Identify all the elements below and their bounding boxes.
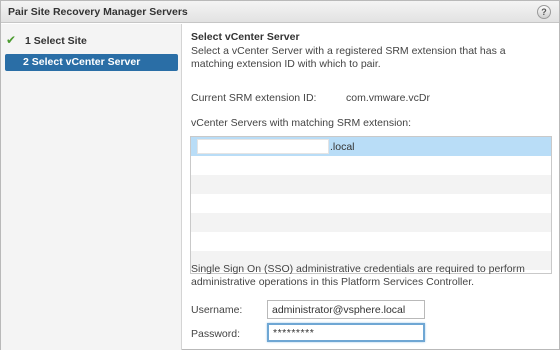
step-label: 2 Select vCenter Server — [23, 56, 141, 68]
list-item — [191, 156, 551, 175]
list-item — [191, 175, 551, 194]
dialog-titlebar: Pair Site Recovery Manager Servers ? — [1, 1, 559, 23]
redacted-server-name — [197, 139, 329, 154]
step-select-vcenter-server[interactable]: 2 Select vCenter Server — [5, 54, 178, 71]
wizard-content: Select vCenter Server Select a vCenter S… — [183, 24, 559, 350]
list-item — [191, 232, 551, 251]
username-input[interactable] — [267, 300, 425, 319]
password-input[interactable] — [267, 323, 425, 342]
step-label: 1 Select Site — [25, 35, 87, 47]
check-icon: ✔ — [6, 33, 17, 47]
section-description: Select a vCenter Server with a registere… — [191, 45, 506, 70]
sso-description: Single Sign On (SSO) administrative cred… — [191, 263, 525, 288]
list-item[interactable]: .local — [191, 137, 551, 156]
extension-id-label: Current SRM extension ID: — [191, 92, 317, 104]
step-select-site[interactable]: ✔ 1 Select Site — [5, 33, 178, 50]
list-item — [191, 194, 551, 213]
list-item — [191, 213, 551, 232]
pair-srm-dialog: Pair Site Recovery Manager Servers ? ✔ 1… — [0, 0, 560, 350]
wizard-steps-sidebar: ✔ 1 Select Site 2 Select vCenter Server — [1, 24, 182, 350]
section-title: Select vCenter Server — [191, 31, 300, 43]
extension-id-value: com.vmware.vcDr — [346, 92, 431, 104]
server-name-suffix: .local — [330, 141, 355, 153]
help-icon[interactable]: ? — [537, 5, 551, 19]
username-label: Username: — [191, 304, 243, 316]
dialog-title: Pair Site Recovery Manager Servers — [8, 6, 188, 18]
server-list-label: vCenter Servers with matching SRM extens… — [191, 117, 412, 129]
password-label: Password: — [191, 328, 241, 340]
vcenter-server-list[interactable]: .local — [190, 136, 552, 274]
